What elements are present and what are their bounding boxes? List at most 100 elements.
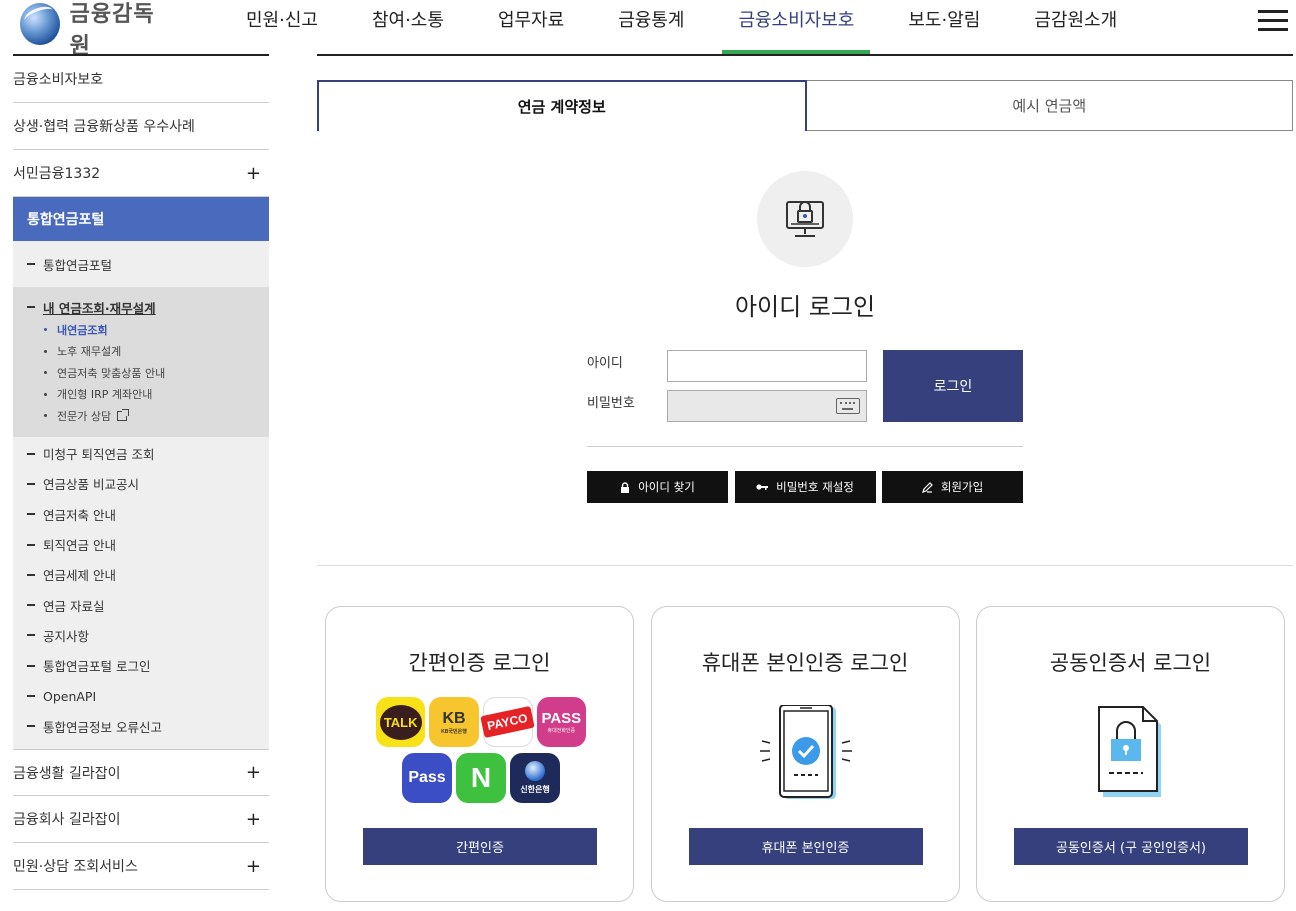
certificate-lock-icon [1098, 706, 1161, 797]
action-label: 회원가입 [940, 480, 984, 494]
submenu-label: 공지사항 [43, 628, 90, 644]
header: 금융감독원 민원·신고 참여·소통 업무자료 금융통계 금융소비자보호 보도·알… [0, 0, 1296, 59]
submenu-item[interactable]: 연금 자료실 [13, 590, 269, 620]
lock-icon [621, 481, 630, 493]
sidebar-submenu-rest: 미청구 퇴직연금 조회 연금상품 비교공시 연금저축 안내 퇴직연금 안내 연금… [13, 436, 269, 750]
fss-logo[interactable]: 금융감독원 [20, 2, 170, 59]
third-label: 내연금조회 [57, 323, 108, 337]
phone-auth-card: 휴대폰 본인인증 로그인 휴대폰 본인인증 [650, 606, 960, 902]
globe-logo-icon [20, 3, 60, 45]
login-button[interactable]: 로그인 [883, 350, 1023, 422]
submenu-item[interactable]: 연금상품 비교공시 [13, 469, 269, 499]
submenu-label: OpenAPI [43, 688, 97, 704]
payco-icon: PAYCO [480, 697, 535, 747]
sidebar-item-complaint-lookup[interactable]: 민원·상담 조회서비스 + [13, 843, 269, 891]
card-title: 공동인증서 로그인 [1049, 651, 1212, 675]
submenu-label: 연금세제 안내 [43, 568, 116, 584]
nav-item-business[interactable]: 업무자료 [482, 0, 580, 54]
computer-lock-icon [786, 201, 824, 237]
sidebar-item-financial-company[interactable]: 금융회사 길라잡이 + [13, 796, 269, 844]
main-content: 연금 계약정보 예시 연금액 아이디 로그인 아이디 비밀번호 로그인 아이디 … [317, 54, 1293, 902]
third-label: 연금저축 맞춤상품 안내 [57, 366, 166, 380]
nav-item-consumer-protection[interactable]: 금융소비자보호 [722, 0, 871, 54]
phone-auth-button[interactable]: 휴대폰 본인인증 [688, 828, 923, 865]
login-title: 아이디 로그인 [734, 293, 876, 321]
third-item[interactable]: 노후 재무설계 [13, 341, 269, 363]
submenu-item[interactable]: 미청구 퇴직연금 조회 [13, 439, 269, 469]
submenu-label: 통합연금정보 오류신고 [43, 719, 162, 735]
submenu-item[interactable]: 통합연금포털 로그인 [13, 651, 269, 681]
pass-blue-icon: Pass [402, 753, 452, 803]
simple-auth-card: 간편인증 로그인 TALK KB KB국민은행 PAYCO PASS 휴대전화인증 … [325, 606, 634, 902]
kb-bank-icon: KB KB국민은행 [429, 697, 479, 747]
sidebar-item-win-win[interactable]: 상생·협력 금융新상품 우수사례 [13, 103, 269, 150]
password-input[interactable] [667, 390, 867, 422]
shinhan-bank-icon: 신한은행 [510, 753, 560, 803]
sidebar-item-label: 금융소비자보호 [13, 72, 104, 88]
sidebar-item-consumer-protection[interactable]: 금융소비자보호 [13, 56, 269, 103]
simple-auth-button[interactable]: 간편인증 [363, 828, 597, 865]
third-item[interactable]: 전문가 상담 [13, 405, 269, 427]
phone-check-icon [759, 705, 852, 799]
card-title: 간편인증 로그인 [408, 651, 551, 675]
nav-item-complaint[interactable]: 민원·신고 [230, 0, 334, 54]
submenu-current-group: 내 연금조회·재무설계 내연금조회 노후 재무설계 연금저축 맞춤상품 안내 개… [13, 287, 269, 437]
third-label: 전문가 상담 [57, 409, 112, 423]
sidebar-item-label: 금융생활 길라잡이 [13, 765, 121, 782]
sidebar-submenu: 통합연금포털 [13, 241, 269, 287]
submenu-label: 통합연금포털 [43, 257, 113, 273]
virtual-keyboard-icon[interactable] [836, 398, 860, 414]
action-label: 아이디 찾기 [638, 480, 695, 494]
external-link-icon [117, 408, 130, 421]
plus-icon[interactable]: + [246, 163, 261, 184]
nav-item-press[interactable]: 보도·알림 [892, 0, 996, 54]
card-title: 휴대폰 본인인증 로그인 [701, 651, 909, 675]
sidebar-item-label: 금융회사 길라잡이 [13, 812, 121, 829]
sidebar-item-1332[interactable]: 서민금융1332 + [13, 150, 269, 197]
third-item-current[interactable]: 내연금조회 [13, 319, 269, 341]
nav-item-statistics[interactable]: 금융통계 [602, 0, 700, 54]
main-top-divider [317, 54, 1293, 56]
hamburger-menu-icon[interactable] [1258, 10, 1288, 34]
submenu-item[interactable]: 통합연금정보 오류신고 [13, 711, 269, 741]
certificate-card: 공동인증서 로그인 공동인증서 (구 공인인증서) [976, 606, 1285, 902]
submenu-item[interactable]: 연금저축 안내 [13, 499, 269, 529]
tab-contract-info[interactable]: 연금 계약정보 [317, 80, 807, 131]
third-item[interactable]: 연금저축 맞춤상품 안내 [13, 362, 269, 384]
third-label: 노후 재무설계 [57, 345, 122, 359]
find-id-button[interactable]: 아이디 찾기 [587, 471, 728, 503]
simple-auth-apps: TALK KB KB국민은행 PAYCO PASS 휴대전화인증 Pass N 신한… [374, 697, 588, 803]
pen-icon [921, 481, 933, 493]
id-label: 아이디 [587, 356, 623, 371]
plus-icon[interactable]: + [246, 856, 261, 877]
nav-item-participation[interactable]: 참여·소통 [356, 0, 460, 54]
submenu-label: 연금저축 안내 [43, 507, 116, 523]
reset-password-button[interactable]: 비밀번호 재설정 [734, 471, 876, 503]
submenu-label: 통합연금포털 로그인 [43, 659, 151, 675]
password-label: 비밀번호 [587, 396, 635, 411]
auth-cards: 간편인증 로그인 TALK KB KB국민은행 PAYCO PASS 휴대전화인증 … [325, 606, 1285, 902]
plus-icon[interactable]: + [246, 809, 261, 830]
main-nav: 민원·신고 참여·소통 업무자료 금융통계 금융소비자보호 보도·알림 금감원소… [230, 0, 1155, 54]
submenu-item[interactable]: 공지사항 [13, 620, 269, 650]
nav-item-about[interactable]: 금감원소개 [1018, 0, 1133, 54]
submenu-item[interactable]: 통합연금포털 [13, 241, 269, 287]
key-icon [756, 484, 769, 490]
id-input[interactable] [667, 350, 867, 382]
sign-up-button[interactable]: 회원가입 [882, 471, 1023, 503]
sidebar-active-section[interactable]: 통합연금포털 [13, 197, 269, 241]
submenu-label: 연금 자료실 [43, 598, 105, 614]
submenu-item[interactable]: 연금세제 안내 [13, 560, 269, 590]
submenu-label: 퇴직연금 안내 [43, 538, 116, 554]
submenu-item[interactable]: 퇴직연금 안내 [13, 529, 269, 559]
tab-sample-pension[interactable]: 예시 연금액 [806, 80, 1293, 131]
submenu-item[interactable]: OpenAPI [13, 681, 269, 711]
sidebar: 금융소비자보호 상생·협력 금융新상품 우수사례 서민금융1332 + 통합연금… [13, 54, 269, 891]
plus-icon[interactable]: + [246, 762, 261, 783]
submenu-item-current[interactable]: 내 연금조회·재무설계 [13, 295, 269, 319]
sidebar-bottom: 금융생활 길라잡이 + 금융회사 길라잡이 + 민원·상담 조회서비스 + [13, 749, 269, 891]
certificate-button[interactable]: 공동인증서 (구 공인인증서) [1014, 828, 1248, 865]
sidebar-item-financial-life[interactable]: 금융생활 길라잡이 + [13, 749, 269, 797]
third-item[interactable]: 개인형 IRP 계좌안내 [13, 384, 269, 406]
kakao-talk-icon: TALK [376, 697, 426, 747]
